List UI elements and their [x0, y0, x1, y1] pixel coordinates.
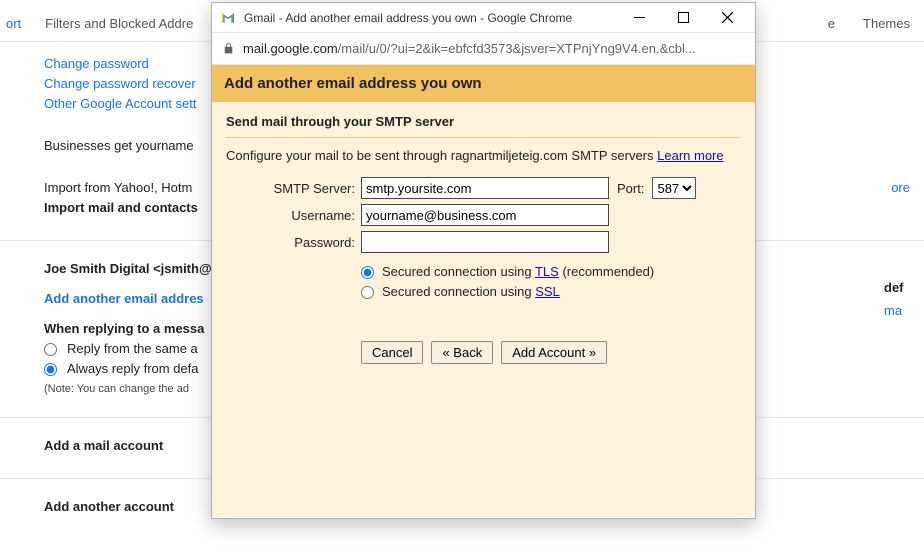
- chrome-popup-window: Gmail - Add another email address you ow…: [211, 2, 756, 519]
- radio-always-reply[interactable]: [44, 363, 57, 376]
- fragment-def: def: [884, 280, 924, 295]
- right-column-fragments: ore def ma: [884, 280, 924, 318]
- connection-radio-group: Secured connection using TLS (recommende…: [361, 258, 741, 302]
- select-port[interactable]: 587: [652, 177, 696, 199]
- tab-fragment-e[interactable]: e: [828, 16, 835, 31]
- dialog-subheader: Send mail through your SMTP server: [226, 112, 741, 138]
- input-password[interactable]: [361, 231, 609, 253]
- url-domain: mail.google.com: [243, 41, 338, 56]
- label-port: Port:: [617, 181, 644, 196]
- back-button[interactable]: « Back: [431, 341, 493, 364]
- fragment-ma[interactable]: ma: [884, 303, 924, 318]
- input-smtp-server[interactable]: [361, 177, 609, 199]
- gmail-favicon-icon: [220, 10, 236, 26]
- dialog-header: Add another email address you own: [212, 65, 755, 102]
- link-ssl[interactable]: SSL: [535, 284, 560, 299]
- radio-ssl-label: Secured connection using SSL: [382, 282, 560, 302]
- address-bar: mail.google.com/mail/u/0/?ui=2&ik=ebfcfd…: [212, 33, 755, 65]
- radio-tls-label: Secured connection using TLS (recommende…: [382, 262, 654, 282]
- label-username: Username:: [226, 208, 361, 223]
- input-username[interactable]: [361, 204, 609, 226]
- configure-text: Configure your mail to be sent through r…: [226, 148, 741, 163]
- tab-filters[interactable]: Filters and Blocked Addre: [45, 16, 193, 31]
- lock-icon: [222, 42, 235, 55]
- label-smtp: SMTP Server:: [226, 181, 361, 196]
- label-always-reply: Always reply from defa: [67, 359, 199, 379]
- label-password: Password:: [226, 235, 361, 250]
- cancel-button[interactable]: Cancel: [361, 341, 423, 364]
- link-learn-more[interactable]: Learn more: [657, 148, 723, 163]
- add-account-button[interactable]: Add Account »: [501, 341, 607, 364]
- address-url[interactable]: mail.google.com/mail/u/0/?ui=2&ik=ebfcfd…: [243, 41, 745, 56]
- radio-reply-same[interactable]: [44, 343, 57, 356]
- label-reply-same: Reply from the same a: [67, 339, 198, 359]
- dialog-body: Send mail through your SMTP server Confi…: [212, 102, 755, 517]
- window-close-button[interactable]: [705, 4, 749, 32]
- tab-themes[interactable]: Themes: [863, 16, 910, 31]
- configure-prefix: Configure your mail to be sent through r…: [226, 148, 657, 163]
- radio-tls[interactable]: [361, 266, 374, 279]
- fragment-ore[interactable]: ore: [891, 180, 910, 195]
- tab-import-fragment[interactable]: ort: [0, 16, 21, 31]
- window-title: Gmail - Add another email address you ow…: [244, 11, 617, 25]
- link-tls[interactable]: TLS: [535, 264, 559, 279]
- window-maximize-button[interactable]: [661, 4, 705, 32]
- radio-ssl[interactable]: [361, 286, 374, 299]
- url-path: /mail/u/0/?ui=2&ik=ebfcfd3573&jsver=XTPn…: [338, 41, 696, 56]
- window-minimize-button[interactable]: [617, 4, 661, 32]
- window-titlebar: Gmail - Add another email address you ow…: [212, 3, 755, 33]
